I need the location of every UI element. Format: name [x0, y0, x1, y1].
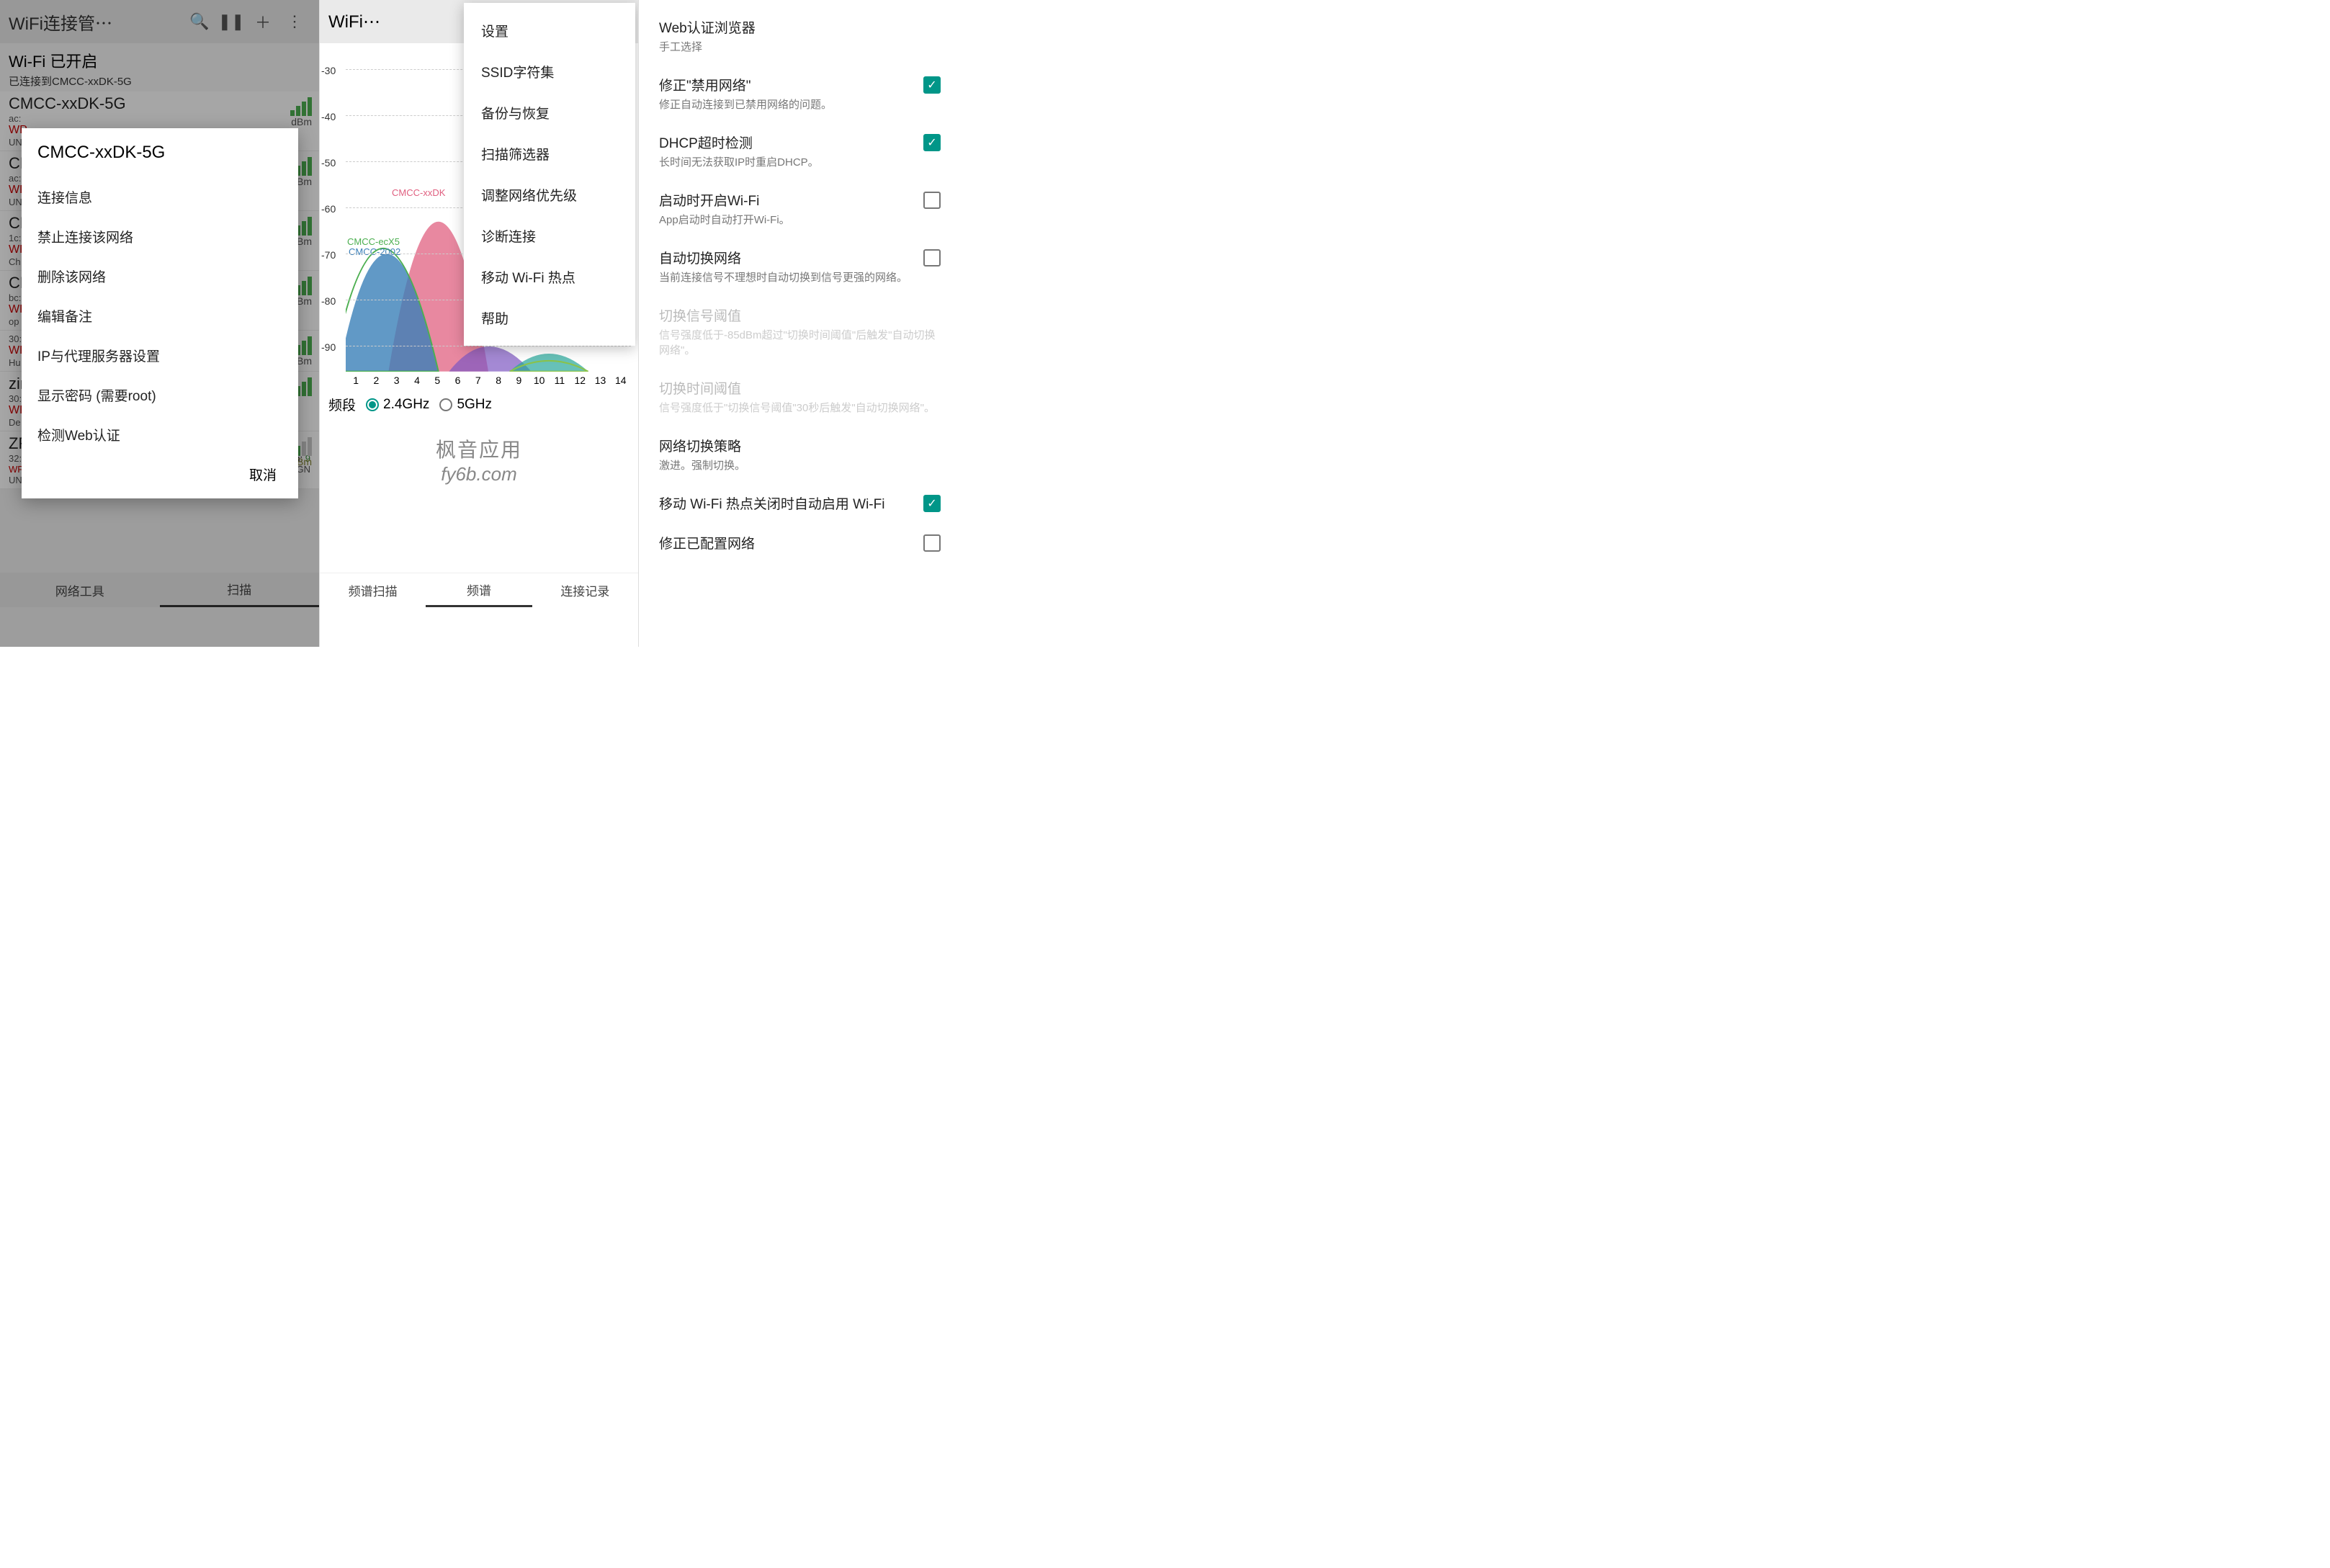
- dialog-menu-item[interactable]: IP与代理服务器设置: [37, 336, 282, 375]
- setting-title: 自动切换网络: [659, 248, 915, 267]
- setting-row[interactable]: 启动时开启Wi-Fi App启动时自动打开Wi-Fi。: [639, 180, 961, 238]
- menu-item[interactable]: 诊断连接: [464, 215, 635, 256]
- setting-subtitle: 修正自动连接到已禁用网络的问题。: [659, 97, 915, 112]
- dialog-cancel-button[interactable]: 取消: [37, 454, 282, 490]
- checkbox-icon[interactable]: [923, 249, 941, 266]
- network-context-dialog: CMCC-xxDK-5G 连接信息禁止连接该网络删除该网络编辑备注IP与代理服务…: [22, 128, 298, 498]
- menu-item[interactable]: 移动 Wi-Fi 热点: [464, 256, 635, 297]
- series-label: CMCC-ecX5: [347, 236, 400, 247]
- setting-subtitle: 信号强度低于"切换信号阈值"30秒后触发"自动切换网络"。: [659, 400, 941, 416]
- setting-subtitle: 长时间无法获取IP时重启DHCP。: [659, 155, 915, 170]
- band-selector: 频段 2.4GHz 5GHz: [320, 389, 638, 420]
- setting-title: 修正"禁用网络": [659, 75, 915, 94]
- x-tick: 6: [447, 375, 467, 386]
- setting-subtitle: 信号强度低于-85dBm超过"切换时间阈值"后触发"自动切换网络"。: [659, 328, 941, 358]
- setting-subtitle: 激进。强制切换。: [659, 458, 941, 473]
- settings-panel: Web认证浏览器手工选择修正"禁用网络"修正自动连接到已禁用网络的问题。✓DHC…: [638, 0, 961, 647]
- setting-title: 切换时间阈值: [659, 378, 941, 398]
- setting-row[interactable]: 自动切换网络当前连接信号不理想时自动切换到信号更强的网络。: [639, 238, 961, 295]
- networks-panel: WiFi连接管⋯ 🔍 ❚❚ ＋ ⋮ Wi-Fi 已开启 已连接到CMCC-xxD…: [0, 0, 319, 647]
- tab-spectrum[interactable]: 频谱: [426, 573, 532, 607]
- x-tick: 2: [366, 375, 386, 386]
- x-tick: 1: [346, 375, 366, 386]
- y-tick: -70: [321, 249, 336, 261]
- tab-history[interactable]: 连接记录: [532, 573, 638, 607]
- y-tick: -60: [321, 203, 336, 215]
- setting-subtitle: 手工选择: [659, 40, 941, 55]
- x-tick: 13: [590, 375, 610, 386]
- x-tick: 12: [570, 375, 590, 386]
- band-label: 频段: [328, 395, 356, 414]
- x-tick: 4: [407, 375, 427, 386]
- dialog-title: CMCC-xxDK-5G: [37, 143, 282, 163]
- x-tick: 8: [488, 375, 508, 386]
- menu-item[interactable]: 帮助: [464, 297, 635, 339]
- spectrum-panel: WiFi⋯ ☰ CMCC-xxDK CMCC-ecX5 CMCC-2002 -3…: [319, 0, 638, 647]
- series-label: CMCC-xxDK: [392, 187, 445, 198]
- y-tick: -50: [321, 157, 336, 169]
- x-tick: 3: [387, 375, 407, 386]
- checkbox-icon[interactable]: ✓: [923, 134, 941, 151]
- setting-title: 切换信号阈值: [659, 305, 941, 325]
- setting-row[interactable]: 移动 Wi-Fi 热点关闭时自动启用 Wi-Fi ✓: [639, 483, 961, 523]
- setting-row: 切换信号阈值信号强度低于-85dBm超过"切换时间阈值"后触发"自动切换网络"。: [639, 295, 961, 368]
- setting-subtitle: App启动时自动打开Wi-Fi。: [659, 212, 915, 228]
- radio-5ghz[interactable]: 5GHz: [439, 397, 492, 413]
- menu-item[interactable]: SSID字符集: [464, 51, 635, 92]
- checkbox-icon[interactable]: ✓: [923, 495, 941, 512]
- watermark-text: 枫音应用: [320, 434, 638, 463]
- dialog-menu-item[interactable]: 编辑备注: [37, 296, 282, 336]
- radio-24ghz[interactable]: 2.4GHz: [366, 397, 429, 413]
- menu-item[interactable]: 扫描筛选器: [464, 133, 635, 174]
- setting-row[interactable]: Web认证浏览器手工选择: [639, 7, 961, 65]
- setting-title: 启动时开启Wi-Fi: [659, 190, 915, 210]
- setting-title: DHCP超时检测: [659, 133, 915, 152]
- setting-title: 网络切换策略: [659, 436, 941, 455]
- x-tick: 14: [611, 375, 631, 386]
- watermark-url: fy6b.com: [320, 463, 638, 485]
- y-tick: -80: [321, 295, 336, 307]
- x-tick: 7: [468, 375, 488, 386]
- setting-row[interactable]: 修正"禁用网络" 修正自动连接到已禁用网络的问题。 ✓: [639, 65, 961, 122]
- x-tick: 5: [427, 375, 447, 386]
- setting-title: 修正已配置网络: [659, 533, 915, 552]
- setting-title: Web认证浏览器: [659, 17, 941, 37]
- checkbox-icon[interactable]: [923, 192, 941, 209]
- checkbox-icon[interactable]: ✓: [923, 76, 941, 94]
- x-tick: 11: [550, 375, 570, 386]
- y-tick: -30: [321, 65, 336, 76]
- menu-item[interactable]: 调整网络优先级: [464, 174, 635, 215]
- tab-spectrum-scan[interactable]: 频谱扫描: [320, 573, 426, 607]
- dialog-menu-item[interactable]: 禁止连接该网络: [37, 217, 282, 256]
- series-label: CMCC-2002: [349, 246, 400, 257]
- setting-row[interactable]: 网络切换策略激进。强制切换。: [639, 426, 961, 483]
- dialog-menu-item[interactable]: 删除该网络: [37, 256, 282, 296]
- setting-row[interactable]: 修正已配置网络: [639, 523, 961, 563]
- overflow-menu: 设置SSID字符集备份与恢复扫描筛选器调整网络优先级诊断连接移动 Wi-Fi 热…: [464, 3, 635, 346]
- checkbox-icon[interactable]: [923, 534, 941, 552]
- y-tick: -90: [321, 341, 336, 353]
- x-tick: 10: [529, 375, 550, 386]
- y-tick: -40: [321, 111, 336, 122]
- menu-item[interactable]: 备份与恢复: [464, 92, 635, 133]
- menu-item[interactable]: 设置: [464, 10, 635, 51]
- dialog-menu-item[interactable]: 检测Web认证: [37, 415, 282, 454]
- dialog-menu-item[interactable]: 显示密码 (需要root): [37, 375, 282, 415]
- setting-row[interactable]: DHCP超时检测长时间无法获取IP时重启DHCP。 ✓: [639, 122, 961, 180]
- x-tick: 9: [508, 375, 529, 386]
- setting-title: 移动 Wi-Fi 热点关闭时自动启用 Wi-Fi: [659, 493, 915, 513]
- dialog-menu-item[interactable]: 连接信息: [37, 177, 282, 217]
- bottom-tabs: 频谱扫描 频谱 连接记录: [320, 573, 638, 607]
- setting-row: 切换时间阈值信号强度低于"切换信号阈值"30秒后触发"自动切换网络"。: [639, 368, 961, 426]
- setting-subtitle: 当前连接信号不理想时自动切换到信号更强的网络。: [659, 270, 915, 285]
